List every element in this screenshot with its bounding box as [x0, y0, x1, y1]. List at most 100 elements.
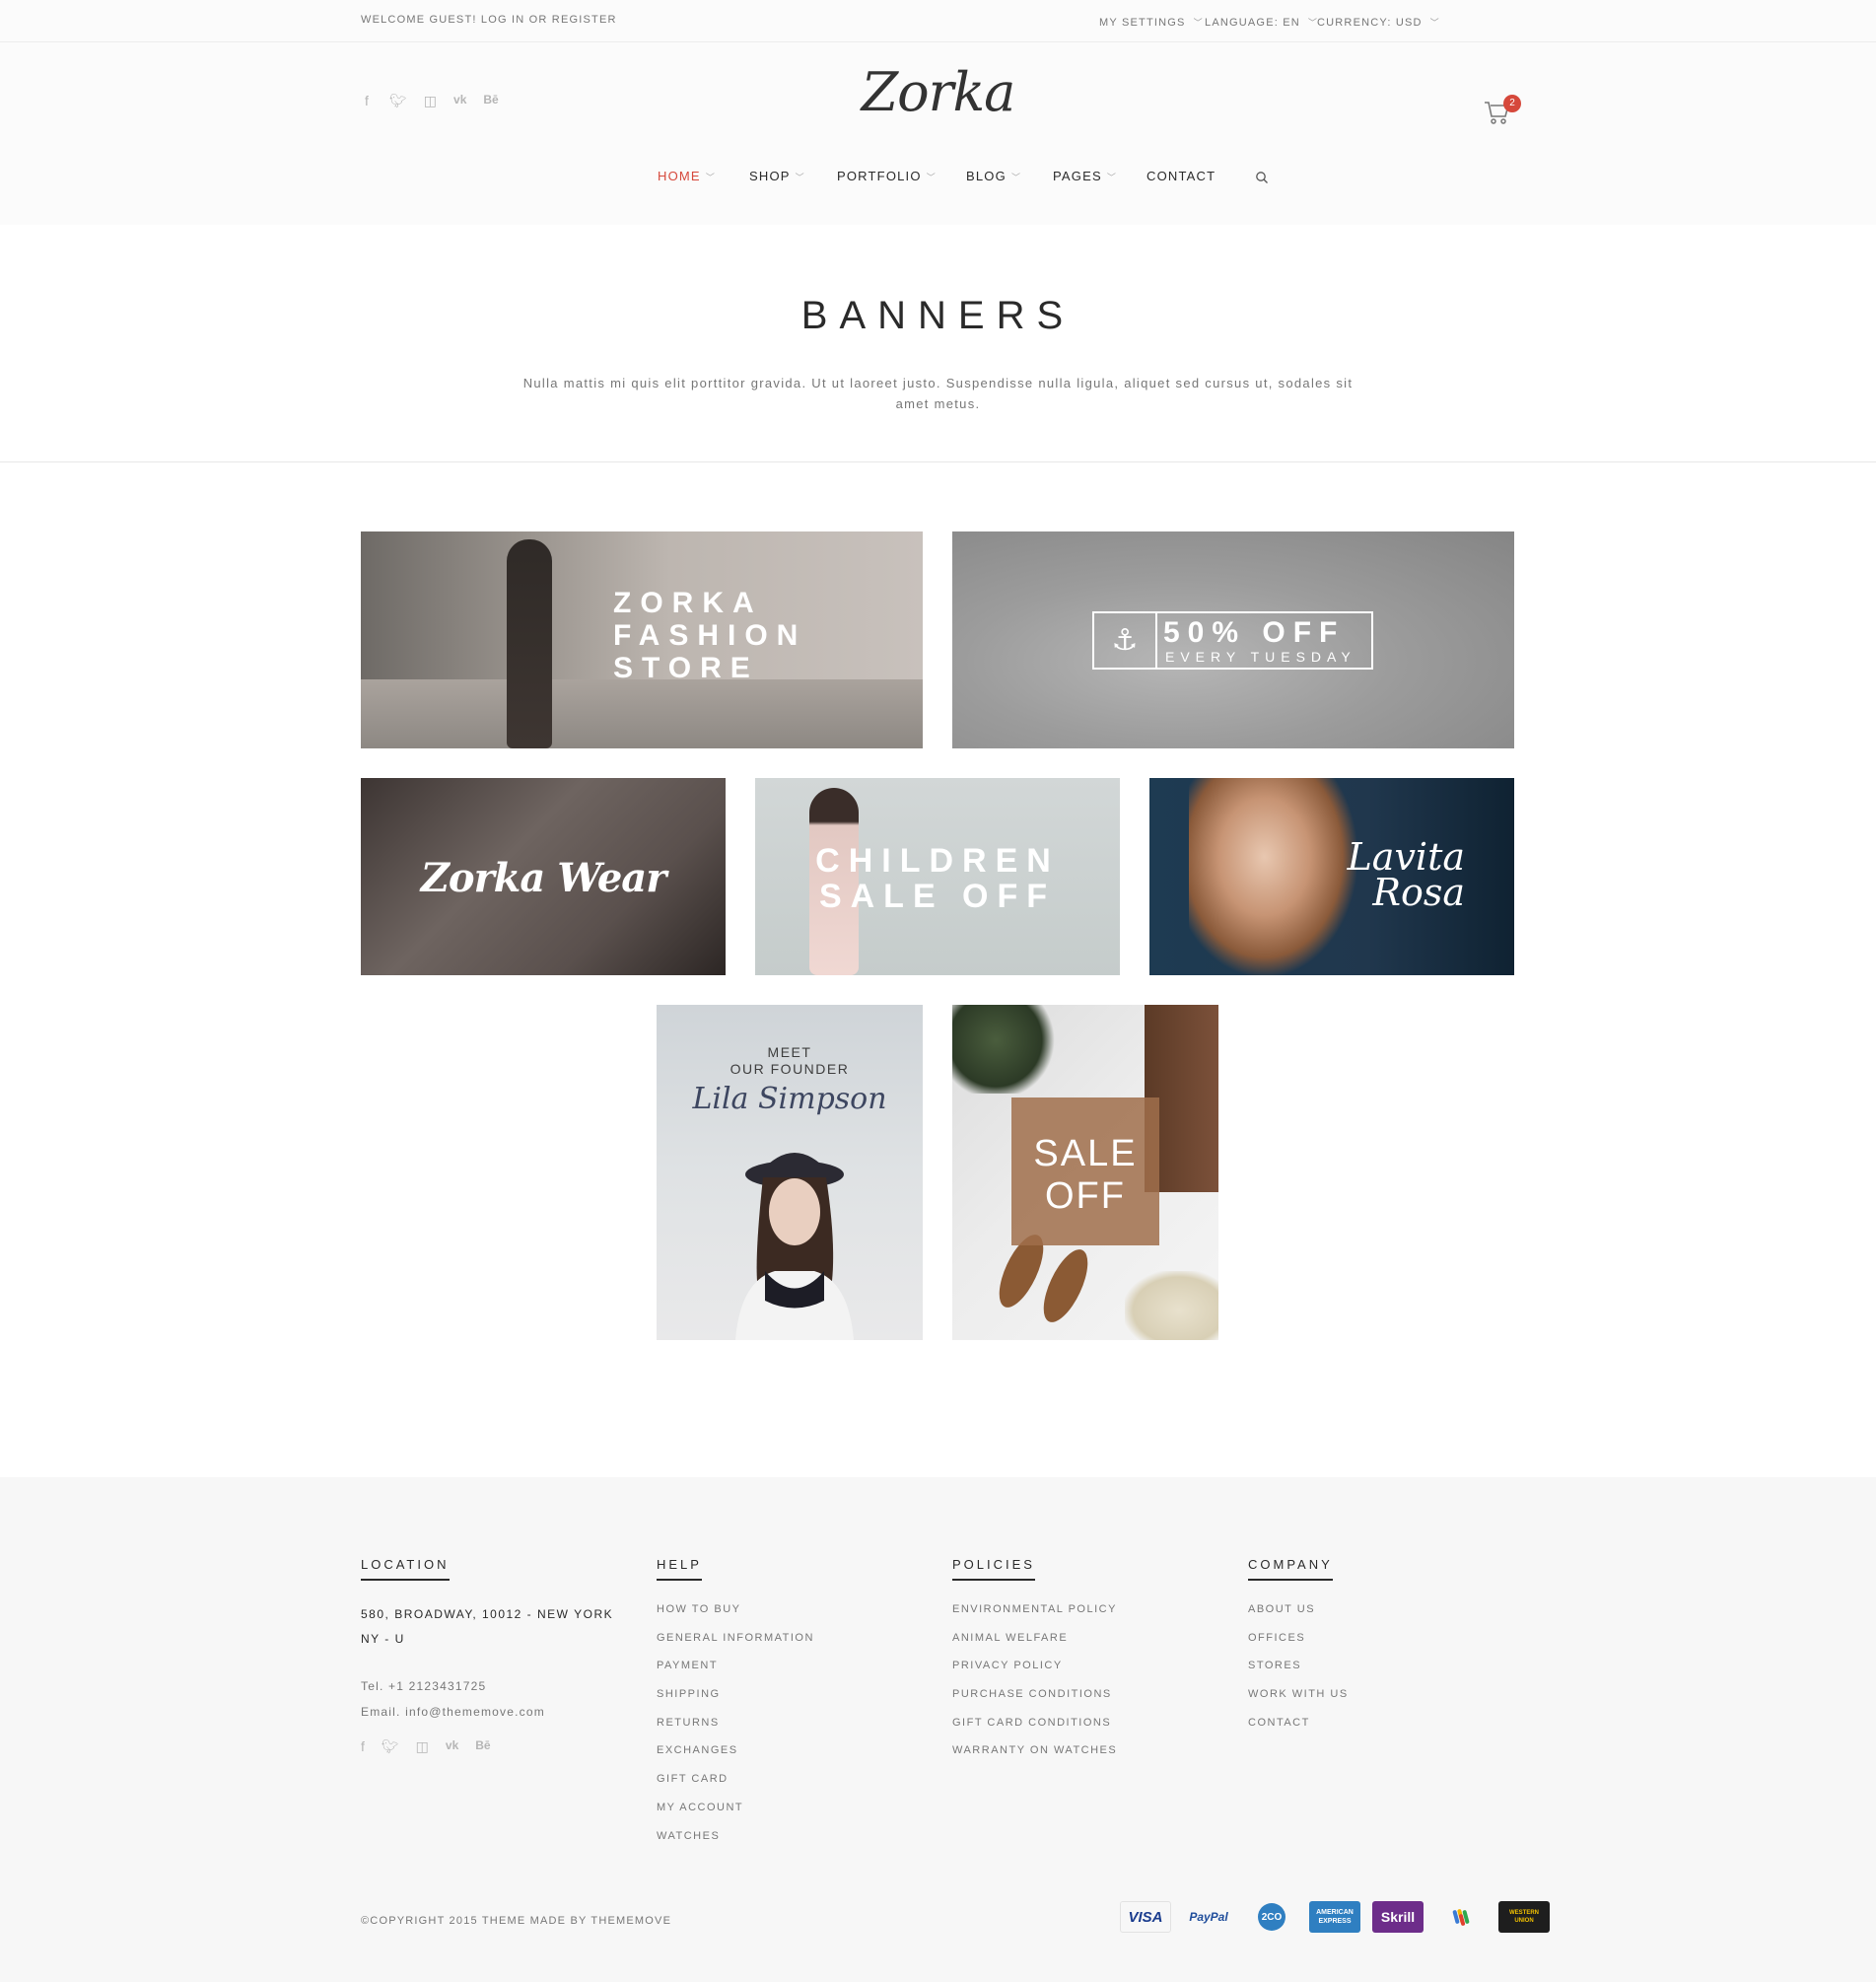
currency-label: CURRENCY: USD: [1317, 17, 1423, 29]
banner-sale-off[interactable]: SALE OFF: [952, 1005, 1218, 1340]
main-navigation: HOME ﹀ SHOP ﹀ PORTFOLIO ﹀ BLOG ﹀ PAGES ﹀ CONT…: [0, 169, 1876, 188]
instagram-icon[interactable]: ◫: [416, 1738, 429, 1755]
chevron-down-icon: ﹀: [705, 173, 717, 182]
banner-text-line: OFF: [1045, 1175, 1126, 1217]
footer-link[interactable]: ANIMAL WELFARE: [952, 1631, 1117, 1660]
footer-link[interactable]: ENVIRONMENTAL POLICY: [952, 1602, 1117, 1631]
american-express-icon: AMERICAN EXPRESS: [1309, 1901, 1360, 1933]
footer-link[interactable]: WORK WITH US: [1248, 1687, 1349, 1716]
banner-fashion-store[interactable]: ZORKA FASHION STORE: [361, 531, 923, 748]
payment-label: WESTERN UNION: [1509, 1910, 1539, 1924]
my-settings-dropdown[interactable]: MY SETTINGS ﹀: [1099, 16, 1204, 29]
footer-link[interactable]: GENERAL INFORMATION: [657, 1631, 814, 1660]
anchor-icon: ⚓︎: [1094, 613, 1157, 668]
footer-link[interactable]: ABOUT US: [1248, 1602, 1349, 1631]
footer-link[interactable]: EXCHANGES: [657, 1743, 814, 1772]
chevron-down-icon: ﹀: [1010, 173, 1022, 182]
page-title: BANNERS: [800, 294, 1076, 337]
banner-lavita-text: Lavita Rosa: [1337, 838, 1465, 914]
payment-label: VISA: [1128, 1908, 1163, 1926]
banner-founder-name: Lila Simpson: [692, 1082, 887, 1116]
footer-address: 580, BROADWAY, 10012 - NEW YORK NY - U: [361, 1607, 614, 1646]
footer-link[interactable]: SHIPPING: [657, 1687, 814, 1716]
currency-dropdown[interactable]: CURRENCY: USD ﹀: [1317, 16, 1440, 29]
payment-label: AMERICAN EXPRESS: [1316, 1909, 1354, 1925]
nav-item-label: CONTACT: [1146, 169, 1216, 183]
visa-icon: VISA: [1120, 1901, 1171, 1933]
banner-text-line: Rosa: [1372, 871, 1465, 914]
nav-item-label: PAGES: [1053, 169, 1102, 183]
divider: [0, 461, 1876, 462]
site-footer: [0, 1477, 1876, 1982]
footer-link[interactable]: CONTACT: [1248, 1716, 1349, 1744]
nav-item-home[interactable]: HOME ﹀: [658, 169, 716, 183]
search-icon[interactable]: [1255, 171, 1269, 184]
nav-item-label: HOME: [658, 169, 701, 183]
nav-item-blog[interactable]: BLOG ﹀: [966, 169, 1021, 183]
facebook-icon[interactable]: f: [361, 1738, 365, 1755]
copyright-text: ©COPYRIGHT 2015 THEME MADE BY THEMEMOVE: [361, 1915, 672, 1927]
banner-tuesday-subtitle: EVERY TUESDAY: [1165, 649, 1356, 665]
footer-link[interactable]: GIFT CARD: [657, 1772, 814, 1801]
login-register-link[interactable]: WELCOME GUEST! LOG IN OR REGISTER: [361, 14, 617, 26]
banner-tuesday-frame: ⚓︎ 50% OFF EVERY TUESDAY: [1092, 611, 1373, 670]
footer-phone: Tel. +1 2123431725: [361, 1679, 487, 1693]
banner-text-line: OUR FOUNDER: [730, 1061, 850, 1077]
footer-link[interactable]: OFFICES: [1248, 1631, 1349, 1660]
western-union-icon: WESTERN UNION: [1498, 1901, 1550, 1933]
banner-image-woman: [507, 539, 552, 748]
payment-label: Skrill: [1380, 1909, 1416, 1925]
footer-company-links: ABOUT US OFFICES STORES WORK WITH US CON…: [1248, 1602, 1349, 1743]
footer-social-links: f 🐦︎ ◫ vk Bē: [361, 1738, 617, 1755]
nav-item-pages[interactable]: PAGES ﹀: [1053, 169, 1117, 183]
my-settings-label: MY SETTINGS: [1099, 17, 1186, 29]
footer-link[interactable]: GIFT CARD CONDITIONS: [952, 1716, 1117, 1744]
footer-link[interactable]: RETURNS: [657, 1716, 814, 1744]
footer-link[interactable]: HOW TO BUY: [657, 1602, 814, 1631]
footer-policies: POLICIES ENVIRONMENTAL POLICY ANIMAL WEL…: [952, 1556, 1117, 1772]
banner-image-model: [1189, 778, 1356, 975]
banner-zorka-wear[interactable]: Zorka Wear: [361, 778, 726, 975]
footer-email: Email. info@thememove.com: [361, 1705, 545, 1719]
footer-link[interactable]: WARRANTY ON WATCHES: [952, 1743, 1117, 1772]
banner-text-line: SALE OFF: [818, 878, 1057, 915]
footer-link[interactable]: PRIVACY POLICY: [952, 1659, 1117, 1687]
banner-sale-text: SALE OFF: [1011, 1133, 1159, 1218]
footer-link[interactable]: PAYMENT: [657, 1659, 814, 1687]
twitter-icon[interactable]: 🐦︎: [382, 1738, 399, 1755]
nav-item-shop[interactable]: SHOP ﹀: [749, 169, 805, 183]
footer-link[interactable]: STORES: [1248, 1659, 1349, 1687]
nav-item-contact[interactable]: CONTACT: [1146, 169, 1216, 183]
banner-tuesday-title: 50% OFF: [1163, 616, 1346, 649]
nav-item-label: BLOG: [966, 169, 1007, 183]
banner-lavita-rosa[interactable]: Lavita Rosa: [1149, 778, 1514, 975]
footer-heading: COMPANY: [1248, 1557, 1333, 1581]
footer-link[interactable]: PURCHASE CONDITIONS: [952, 1687, 1117, 1716]
banner-image-plant: [952, 1005, 1061, 1094]
cart-count-badge: 2: [1503, 95, 1521, 112]
nav-item-label: SHOP: [749, 169, 791, 183]
chevron-down-icon: ﹀: [1429, 18, 1440, 28]
footer-link[interactable]: WATCHES: [657, 1829, 814, 1858]
banner-fashion-store-text: ZORKA FASHION STORE: [613, 587, 806, 684]
chevron-down-icon: ﹀: [1106, 173, 1118, 182]
banner-image-rug: [1125, 1271, 1218, 1340]
site-logo[interactable]: Zorka: [0, 61, 1876, 123]
banner-tuesday-sale[interactable]: ⚓︎ 50% OFF EVERY TUESDAY: [952, 531, 1514, 748]
banner-zorka-wear-title: Zorka Wear: [420, 855, 667, 901]
footer-help-links: HOW TO BUY GENERAL INFORMATION PAYMENT S…: [657, 1602, 814, 1857]
chevron-down-icon: ﹀: [795, 173, 805, 182]
banner-image-shoes: [999, 1235, 1088, 1322]
footer-heading: HELP: [657, 1557, 702, 1581]
payment-label: 2CO: [1258, 1903, 1285, 1931]
banner-text-line: MEET: [767, 1044, 812, 1060]
banner-children-sale[interactable]: CHILDREN SALE OFF: [755, 778, 1120, 975]
banner-founder[interactable]: MEET OUR FOUNDER Lila Simpson: [657, 1005, 923, 1340]
footer-company: COMPANY ABOUT US OFFICES STORES WORK WIT…: [1248, 1556, 1349, 1743]
language-dropdown[interactable]: LANGUAGE: EN ﹀: [1205, 16, 1318, 29]
nav-item-portfolio[interactable]: PORTFOLIO ﹀: [837, 169, 937, 183]
behance-icon[interactable]: Bē: [475, 1738, 490, 1755]
footer-link[interactable]: MY ACCOUNT: [657, 1801, 814, 1829]
vk-icon[interactable]: vk: [446, 1738, 458, 1755]
wallet-logo: [1452, 1909, 1470, 1926]
